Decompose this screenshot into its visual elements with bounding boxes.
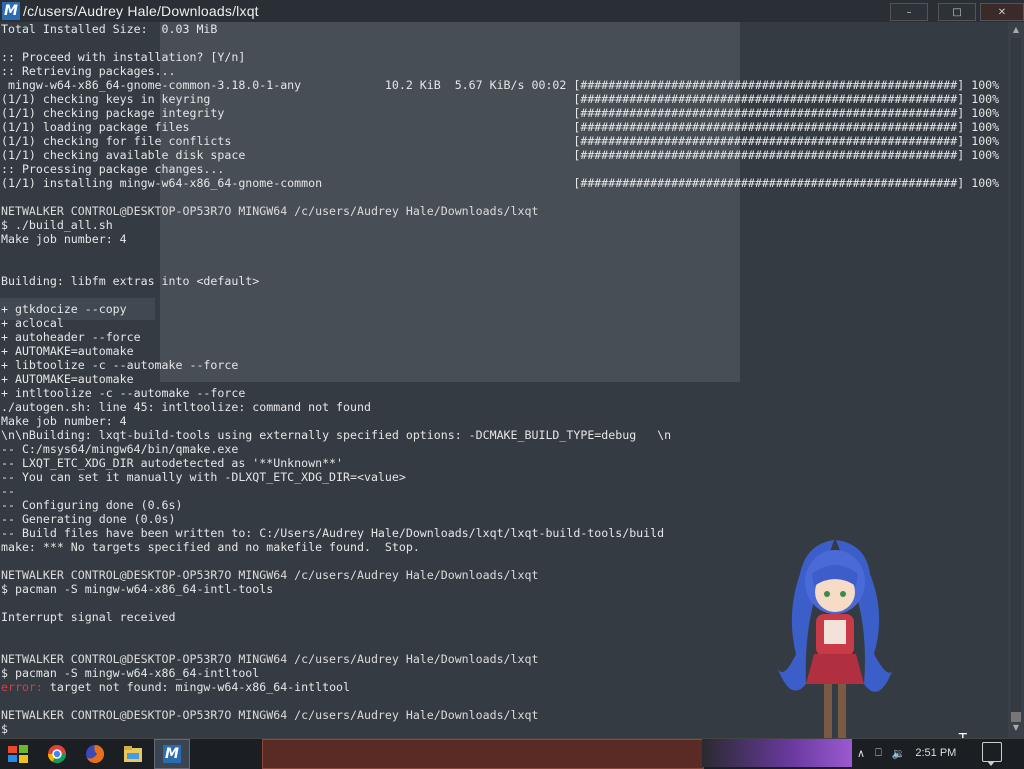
firefox-icon (86, 744, 105, 763)
scrollbar-track[interactable] (1011, 38, 1021, 722)
anime-mascot-image (776, 540, 894, 738)
notification-center-icon[interactable] (982, 742, 1002, 766)
terminal-output-line: + AUTOMAKE=automake (1, 344, 134, 358)
terminal-output-line: -- LXQT_ETC_XDG_DIR autodetected as '**U… (1, 456, 344, 470)
terminal-output-line: -- Configuring done (0.6s) (1, 498, 183, 512)
terminal-scrollbar[interactable]: ▲ ▼ (1008, 22, 1024, 738)
terminal-output-line: :: Retrieving packages... (1, 64, 176, 78)
terminal-output-line: (1/1) checking keys in keyring [########… (1, 92, 1000, 106)
terminal-output-line: -- (1, 484, 15, 498)
volume-icon[interactable]: 🔉 (892, 747, 906, 760)
terminal-output-line: + autoheader --force (1, 330, 141, 344)
taskbar-wallpaper-background (262, 739, 704, 769)
terminal-output-line: -- Generating done (0.0s) (1, 512, 176, 526)
terminal-output-line: + AUTOMAKE=automake (1, 372, 134, 386)
terminal-output-line: $ ./build_all.sh (1, 218, 113, 232)
terminal-output-line: + aclocal (1, 316, 64, 330)
terminal-output-line: + gtkdocize --copy (1, 302, 127, 316)
text-cursor-ibeam-icon: ⌶ (958, 728, 968, 738)
terminal-output-line: + libtoolize -c --automake --force (1, 358, 239, 372)
terminal-output-line: (1/1) installing mingw-w64-x86_64-gnome-… (1, 176, 1000, 190)
taskbar-msys2[interactable]: M (154, 739, 190, 769)
tray-chevron-icon[interactable]: ∧ (857, 747, 865, 760)
terminal-output-line: (1/1) checking for file conflicts [#####… (1, 134, 1000, 148)
scroll-up-arrow-icon[interactable]: ▲ (1010, 24, 1022, 36)
terminal-output-line: -- You can set it manually with -DLXQT_E… (1, 470, 406, 484)
minimize-button[interactable]: – (890, 3, 928, 21)
msys2-app-icon: M (2, 2, 20, 20)
chrome-icon (48, 745, 66, 764)
terminal-output-line: Make job number: 4 (1, 232, 127, 246)
terminal-area[interactable]: Total Installed Size: 0.03 MiB:: Proceed… (0, 22, 1008, 738)
taskbar-file-explorer[interactable] (116, 740, 150, 768)
windows-flag-icon (8, 745, 28, 763)
maximize-button[interactable]: □ (938, 3, 976, 21)
terminal-output-line: Make job number: 4 (1, 414, 127, 428)
terminal-output-line: Building: libfm extras into <default> (1, 274, 260, 288)
error-message: target not found: mingw-w64-x86_64-intlt… (42, 680, 351, 694)
terminal-output-line: :: Processing package changes... (1, 162, 225, 176)
terminal-output-line: -- C:/msys64/mingw64/bin/qmake.exe (1, 442, 239, 456)
window-titlebar[interactable]: M /c/users/Audrey Hale/Downloads/lxqt – … (0, 0, 1024, 22)
clock[interactable]: 2:51 PM (915, 747, 956, 759)
terminal-output-line: ./autogen.sh: line 45: intltoolize: comm… (1, 400, 371, 414)
terminal-prompt-line: NETWALKER CONTROL@DESKTOP-OP53R7O MINGW6… (1, 204, 539, 218)
close-button[interactable]: ✕ (980, 3, 1024, 21)
file-explorer-icon (124, 746, 142, 762)
network-icon[interactable]: ⎕ (875, 747, 882, 760)
terminal-output-line: \n\nBuilding: lxqt-build-tools using ext… (1, 428, 672, 442)
terminal-output-line: Total Installed Size: 0.03 MiB (1, 22, 218, 36)
taskbar-chrome[interactable] (40, 740, 74, 768)
taskbar-firefox[interactable] (78, 740, 112, 768)
scroll-down-arrow-icon[interactable]: ▼ (1010, 722, 1022, 734)
start-button[interactable] (0, 740, 36, 768)
window-title: /c/users/Audrey Hale/Downloads/lxqt (23, 3, 259, 19)
error-prefix: error: (1, 680, 43, 694)
terminal-output-line: + intltoolize -c --automake --force (1, 386, 246, 400)
taskbar-wallpaper-gradient (702, 739, 852, 767)
terminal-output-line: (1/1) checking package integrity [######… (1, 106, 1000, 120)
terminal-output-line: :: Proceed with installation? [Y/n] (1, 50, 246, 64)
terminal-output-line: (1/1) checking available disk space [###… (1, 148, 1000, 162)
terminal-output-line: mingw-w64-x86_64-gnome-common-3.18.0-1-a… (1, 78, 1000, 92)
terminal-output-line: (1/1) loading package files [###########… (1, 120, 1000, 134)
scrollbar-thumb[interactable] (1011, 712, 1021, 722)
msys2-icon: M (163, 745, 181, 763)
system-tray: ∧ ⎕ 🔉 2:51 PM (852, 740, 961, 766)
